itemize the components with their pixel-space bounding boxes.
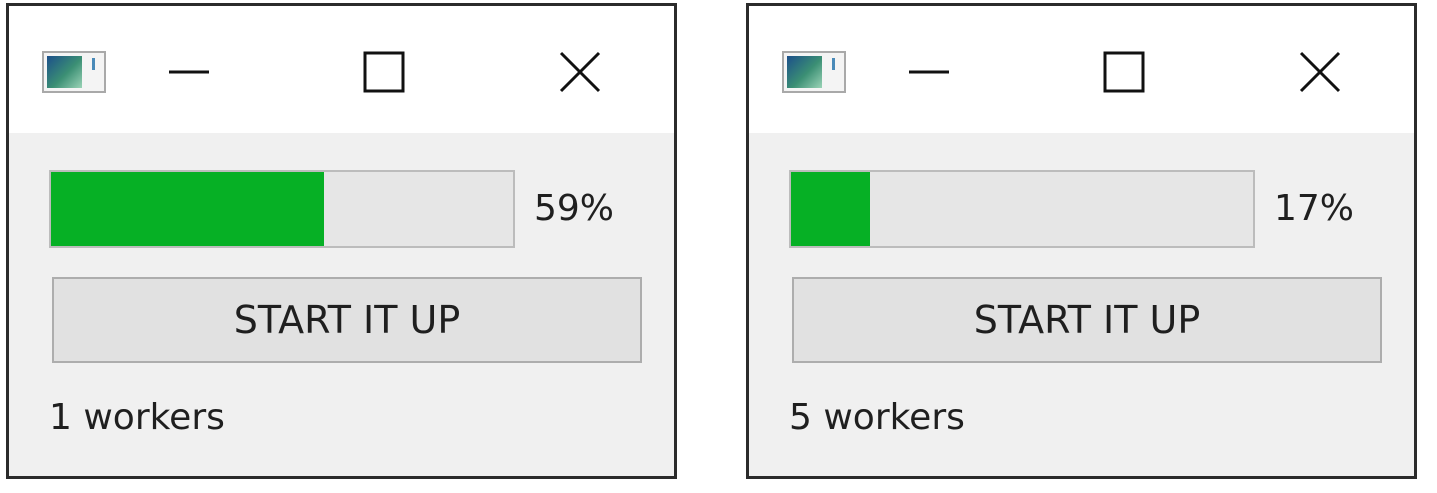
close-icon [1299, 51, 1341, 93]
progress-bar [49, 170, 515, 248]
start-button[interactable]: START IT UP [792, 277, 1382, 363]
minimize-icon [169, 70, 209, 74]
close-button[interactable] [550, 46, 610, 98]
maximize-button[interactable] [1094, 46, 1154, 98]
maximize-icon [363, 51, 405, 93]
title-bar[interactable] [749, 6, 1414, 133]
minimize-button[interactable] [899, 46, 959, 98]
workers-count-label: 5 workers [789, 397, 965, 438]
title-bar[interactable] [9, 6, 674, 133]
minimize-button[interactable] [159, 46, 219, 98]
maximize-button[interactable] [354, 46, 414, 98]
app-window-icon[interactable] [782, 51, 846, 93]
progress-percent-label: 17% [1274, 188, 1355, 229]
progress-percent-label: 59% [534, 188, 615, 229]
progress-bar [789, 170, 1255, 248]
app-window-1: 59% START IT UP 1 workers [6, 3, 677, 479]
progress-fill [51, 172, 324, 246]
maximize-icon [1103, 51, 1145, 93]
close-icon [559, 51, 601, 93]
app-window-icon[interactable] [42, 51, 106, 93]
start-button[interactable]: START IT UP [52, 277, 642, 363]
minimize-icon [909, 70, 949, 74]
progress-fill [791, 172, 870, 246]
app-window-2: 17% START IT UP 5 workers [746, 3, 1417, 479]
workers-count-label: 1 workers [49, 397, 225, 438]
close-button[interactable] [1290, 46, 1350, 98]
